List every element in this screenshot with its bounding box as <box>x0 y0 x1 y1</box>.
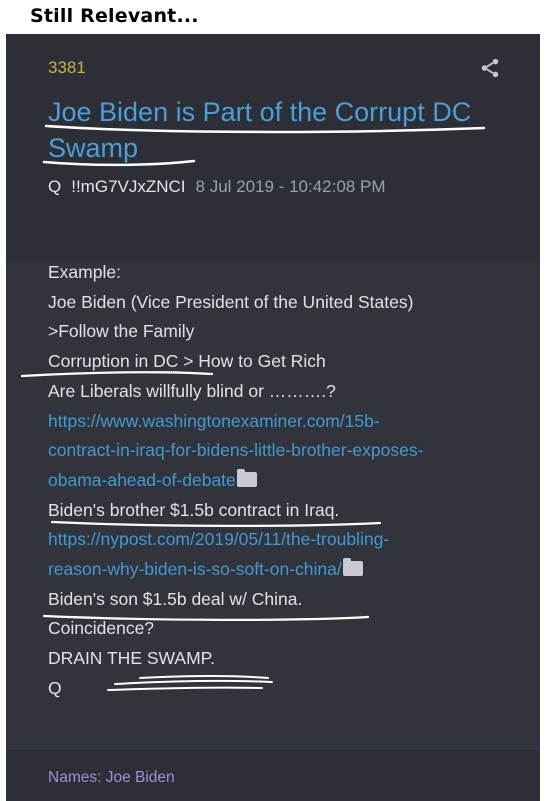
washington-examiner-link-cont[interactable]: obama-ahead-of-debate <box>48 470 236 490</box>
folder-icon[interactable] <box>342 558 363 577</box>
post-text: Example: Joe Biden (Vice President of th… <box>48 258 518 704</box>
post-footer: Names: Joe Biden <box>6 748 540 801</box>
link-line: https://www.washingtonexaminer.com/15b- <box>48 407 518 437</box>
nypost-link[interactable]: https://nypost.com/2019/05/11/the-troubl… <box>48 529 389 549</box>
post-title[interactable]: Joe Biden is Part of the Corrupt DC Swam… <box>48 94 508 166</box>
body-line: Are Liberals willfully blind or ……….? <box>48 380 336 401</box>
post-tripcode: !!mG7VJxZNCI <box>71 177 186 196</box>
body-line: >Follow the Family <box>48 321 195 342</box>
washington-examiner-link[interactable]: https://www.washingtonexaminer.com/15b- <box>48 411 380 431</box>
body-line: Q <box>48 677 62 698</box>
nypost-link-cont[interactable]: reason-why-biden-is-so-soft-on-china/ <box>48 559 342 579</box>
names-tag[interactable]: Names: Joe Biden <box>48 769 175 787</box>
body-line: Example: <box>48 262 121 282</box>
post-header: 3381 Joe Biden is Part of the Corrupt DC… <box>6 34 540 252</box>
body-line: Coincidence? <box>48 618 155 639</box>
body-line: Biden's son $1.5b deal w/ China. <box>48 588 303 609</box>
body-line: Corruption in DC > How to Get Rich <box>48 347 518 377</box>
dc-abbreviation: DC <box>153 351 179 373</box>
post-timestamp: 8 Jul 2019 - 10:42:08 PM <box>195 177 386 196</box>
post-card: 3381 Joe Biden is Part of the Corrupt DC… <box>6 34 540 801</box>
link-line: obama-ahead-of-debate <box>48 466 518 496</box>
post-number[interactable]: 3381 <box>48 58 86 78</box>
washington-examiner-link-cont[interactable]: contract-in-iraq-for-bidens-little-broth… <box>48 440 423 460</box>
folder-icon[interactable] <box>236 468 257 487</box>
link-line: contract-in-iraq-for-bidens-little-broth… <box>48 436 518 466</box>
body-text-segment: > How to Get Rich <box>178 351 326 372</box>
post-author: Q <box>48 177 62 196</box>
share-icon[interactable] <box>479 57 501 79</box>
body-line: Biden's brother $1.5b contract in Iraq. <box>48 499 340 520</box>
caption: Still Relevant... <box>30 5 199 27</box>
post-meta: Q !!mG7VJxZNCI 8 Jul 2019 - 10:42:08 PM <box>48 177 386 197</box>
link-line: https://nypost.com/2019/05/11/the-troubl… <box>48 525 518 555</box>
body-line: DRAIN THE SWAMP. <box>48 648 215 669</box>
body-text-segment: Corruption in <box>48 351 154 372</box>
body-line: Joe Biden (Vice President of the United … <box>48 291 414 312</box>
link-line: reason-why-biden-is-so-soft-on-china/ <box>48 555 518 585</box>
